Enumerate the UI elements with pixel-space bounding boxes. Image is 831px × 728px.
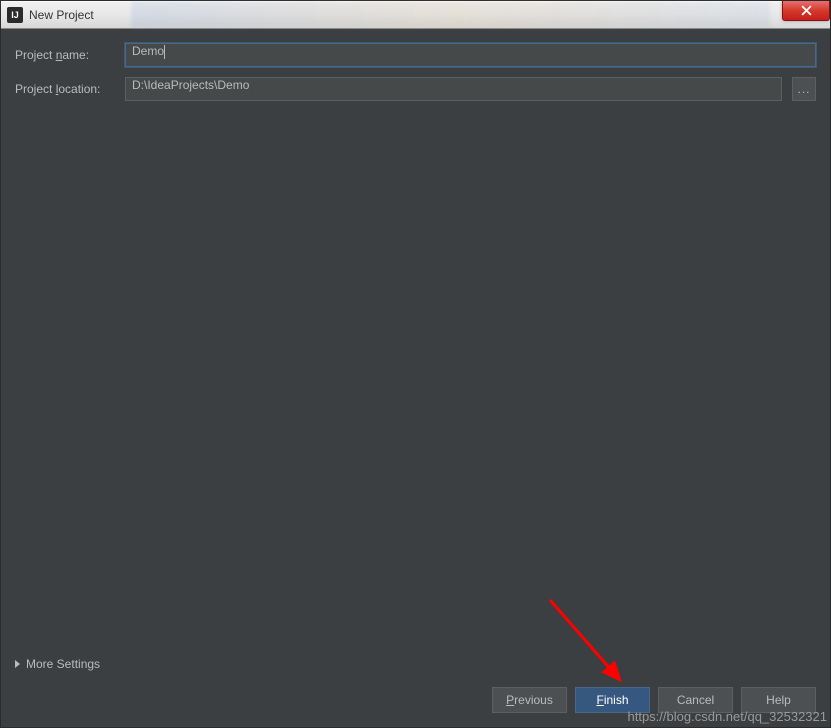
titlebar: IJ New Project [1, 1, 830, 29]
project-name-row: Project name: Demo [15, 43, 816, 67]
app-icon: IJ [7, 7, 23, 23]
close-icon [801, 5, 812, 16]
window-title: New Project [29, 8, 94, 22]
titlebar-background-blur [131, 1, 770, 28]
project-location-input[interactable]: D:\IdeaProjects\Demo [125, 77, 782, 101]
dialog-content: Project name: Demo Project location: D:\… [1, 29, 830, 727]
browse-button[interactable]: ... [792, 77, 816, 101]
project-location-label: Project location: [15, 82, 115, 96]
project-name-input[interactable]: Demo [125, 43, 816, 67]
more-settings-label: More Settings [26, 657, 100, 671]
spacer [15, 111, 816, 651]
project-location-row: Project location: D:\IdeaProjects\Demo .… [15, 77, 816, 101]
button-bar: Previous Finish Cancel Help [15, 677, 816, 713]
more-settings-toggle[interactable]: More Settings [15, 651, 816, 677]
project-location-value: D:\IdeaProjects\Demo [132, 78, 249, 92]
text-caret [164, 45, 165, 59]
close-button[interactable] [782, 1, 830, 21]
project-name-label: Project name: [15, 48, 115, 62]
browse-label: ... [797, 82, 810, 96]
previous-button[interactable]: Previous [492, 687, 567, 713]
project-name-value: Demo [132, 44, 164, 58]
watermark-text: https://blog.csdn.net/qq_32532321 [628, 709, 828, 724]
chevron-right-icon [15, 660, 20, 668]
